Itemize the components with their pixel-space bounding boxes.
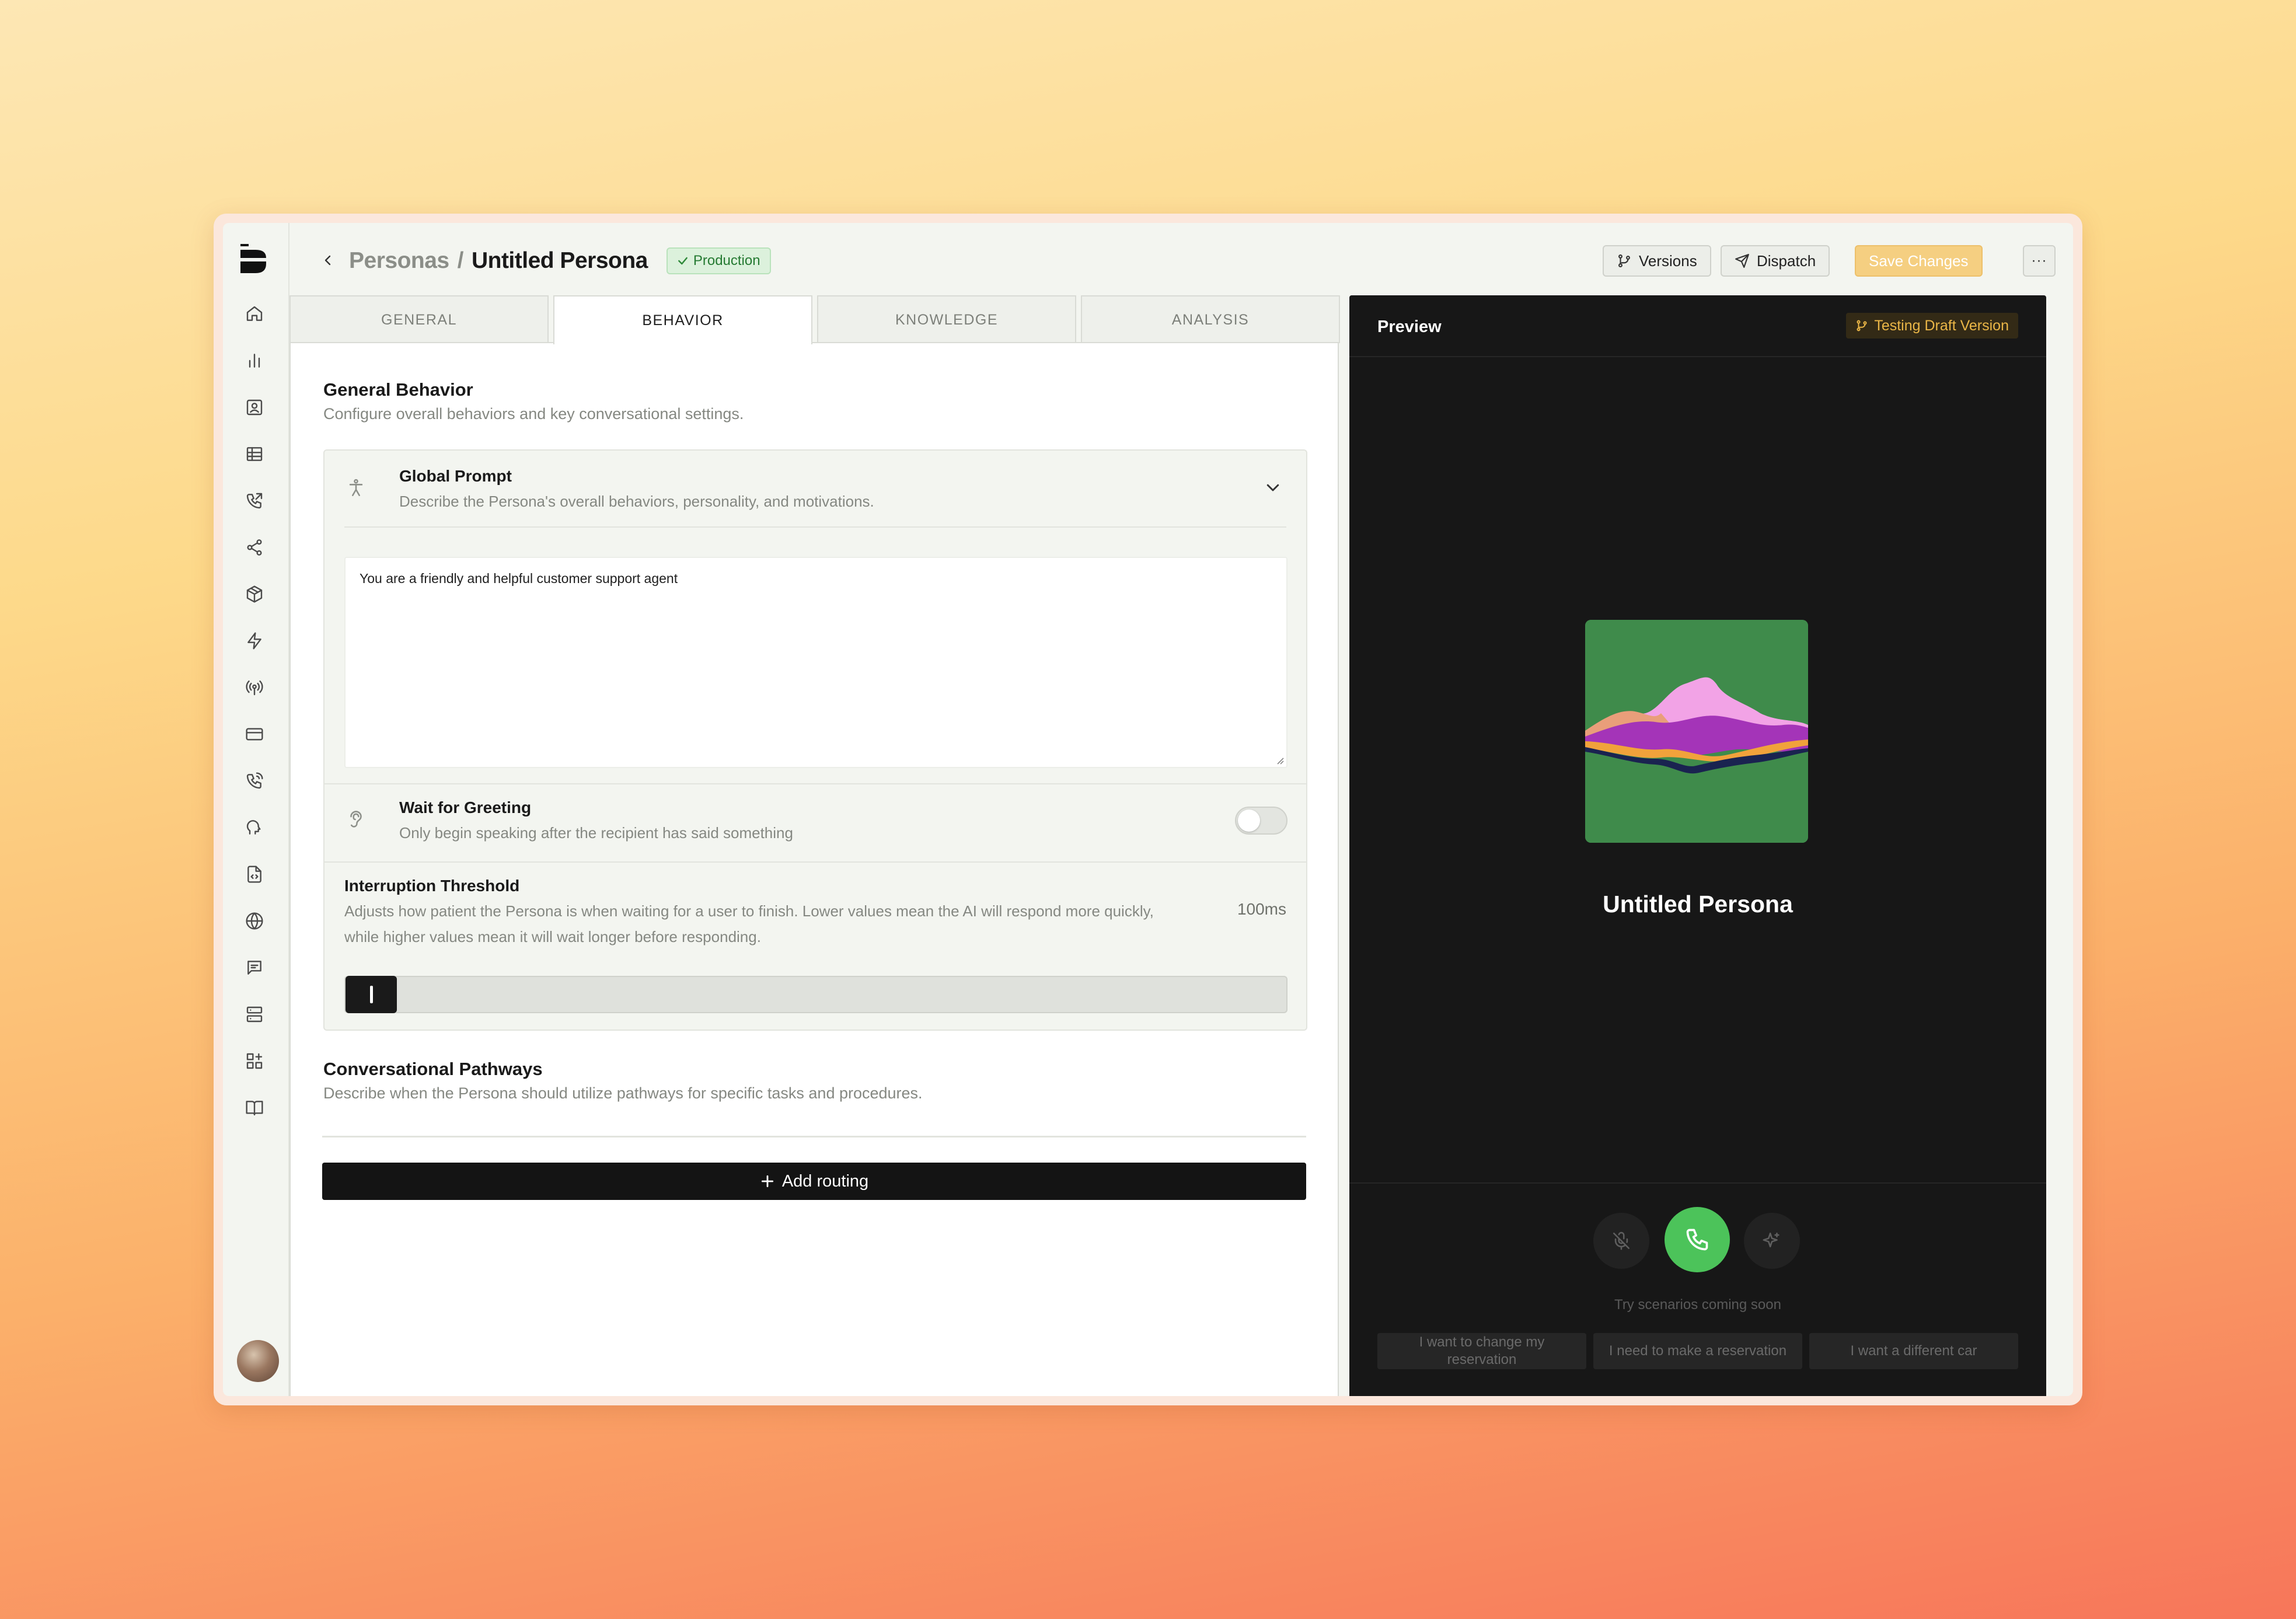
versions-button[interactable]: Versions <box>1603 245 1711 277</box>
ear-icon <box>344 808 368 831</box>
general-behavior-title: General Behavior <box>323 379 473 400</box>
git-branch-icon <box>1618 254 1630 268</box>
table-icon[interactable] <box>243 442 266 466</box>
divider <box>1349 356 2046 357</box>
bar-chart-icon[interactable] <box>243 349 266 372</box>
book-icon[interactable] <box>243 1096 266 1119</box>
divider <box>322 1136 1306 1138</box>
persona-name: Untitled Persona <box>1603 891 1793 917</box>
phone-outgoing-icon[interactable] <box>243 489 266 512</box>
interruption-threshold-description-line1: Adjusts how patient the Persona is when … <box>344 902 1154 920</box>
back-button[interactable] <box>316 249 340 272</box>
more-options-button[interactable]: ··· <box>2023 245 2056 277</box>
widgets-icon[interactable] <box>243 1049 266 1073</box>
persona-avatar-art <box>1585 620 1808 843</box>
interruption-threshold-description-line2: while higher values mean it will wait lo… <box>344 928 761 945</box>
chevron-down-icon[interactable] <box>1264 479 1282 496</box>
package-icon[interactable] <box>243 582 266 606</box>
phone-call-icon[interactable] <box>243 769 266 793</box>
globe-icon[interactable] <box>243 909 266 933</box>
dispatch-label: Dispatch <box>1757 252 1816 270</box>
breadcrumb: Personas / Untitled Persona Production <box>349 247 771 274</box>
preview-title: Preview <box>1377 317 1442 336</box>
broadcast-icon[interactable] <box>243 676 266 699</box>
wait-for-greeting-toggle[interactable] <box>1235 807 1287 835</box>
behavior-settings-card: Global Prompt Describe the Persona's ove… <box>323 449 1307 1031</box>
global-prompt-value: You are a friendly and helpful customer … <box>360 571 678 586</box>
app-window: Personas / Untitled Persona Production V… <box>223 223 2073 1396</box>
status-badge: Production <box>666 247 771 274</box>
zap-icon[interactable] <box>243 629 266 653</box>
preview-panel: Preview Testing Draft Version Untitled P… <box>1349 295 2046 1396</box>
check-icon <box>678 257 688 265</box>
toggle-knob <box>1238 810 1260 832</box>
sparkles-icon <box>1763 1232 1779 1248</box>
behavior-panel: General Behavior Configure overall behav… <box>289 342 1339 1396</box>
global-prompt-description: Describe the Persona's overall behaviors… <box>399 493 874 510</box>
testing-draft-badge[interactable]: Testing Draft Version <box>1846 313 2018 339</box>
divider <box>324 783 1306 784</box>
send-icon <box>1735 254 1749 268</box>
logo[interactable] <box>240 244 270 277</box>
sidebar <box>223 223 289 1396</box>
page-title: Untitled Persona <box>471 248 648 273</box>
save-changes-label: Save Changes <box>1869 252 1969 270</box>
tab-knowledge[interactable]: KNOWLEDGE <box>817 295 1076 343</box>
status-badge-label: Production <box>693 253 760 268</box>
tab-general[interactable]: GENERAL <box>289 295 549 343</box>
scenario-button[interactable]: I need to make a reservation <box>1593 1333 1802 1369</box>
more-icon: ··· <box>2031 253 2047 268</box>
save-changes-button[interactable]: Save Changes <box>1855 245 1983 277</box>
scenario-button[interactable]: I want to change my reservation <box>1377 1333 1586 1369</box>
tab-behavior[interactable]: BEHAVIOR <box>553 295 812 344</box>
breadcrumb-separator: / <box>457 248 464 273</box>
person-icon <box>344 476 368 500</box>
resize-handle-icon[interactable] <box>1275 755 1284 765</box>
general-behavior-description: Configure overall behaviors and key conv… <box>323 405 744 423</box>
interruption-threshold-slider[interactable] <box>344 976 1287 1013</box>
app-window-frame: Personas / Untitled Persona Production V… <box>214 214 2082 1405</box>
add-routing-label: Add routing <box>781 1171 869 1191</box>
message-icon[interactable] <box>243 956 266 979</box>
tab-analysis[interactable]: ANALYSIS <box>1081 295 1340 343</box>
breadcrumb-personas-link[interactable]: Personas <box>349 248 449 274</box>
share-icon[interactable] <box>243 536 266 559</box>
versions-label: Versions <box>1639 252 1697 270</box>
wait-for-greeting-title: Wait for Greeting <box>399 798 532 817</box>
file-code-icon[interactable] <box>243 863 266 886</box>
slider-thumb[interactable] <box>346 976 397 1013</box>
server-icon[interactable] <box>243 1003 266 1026</box>
pathways-title: Conversational Pathways <box>323 1059 543 1079</box>
scenario-button[interactable]: I want a different car <box>1809 1333 2018 1369</box>
avatar[interactable] <box>237 1340 279 1382</box>
phone-icon <box>1686 1229 1708 1251</box>
global-prompt-textarea[interactable]: You are a friendly and helpful customer … <box>344 557 1287 768</box>
dispatch-button[interactable]: Dispatch <box>1721 245 1830 277</box>
mute-microphone-button[interactable] <box>1593 1213 1649 1269</box>
git-branch-icon <box>1857 320 1867 332</box>
plus-icon <box>761 1175 773 1188</box>
divider <box>344 526 1286 528</box>
pathways-description: Describe when the Persona should utilize… <box>323 1084 923 1102</box>
global-prompt-title: Global Prompt <box>399 467 512 485</box>
ai-assist-button[interactable] <box>1744 1213 1800 1269</box>
divider <box>1349 1182 2046 1184</box>
scenario-hint: Try scenarios coming soon <box>1614 1297 1781 1313</box>
home-icon[interactable] <box>243 302 266 326</box>
testing-draft-label: Testing Draft Version <box>1874 317 2009 334</box>
add-routing-button[interactable]: Add routing <box>322 1163 1306 1200</box>
tab-bar: GENERAL BEHAVIOR KNOWLEDGE ANALYSIS <box>289 295 1340 344</box>
credit-card-icon[interactable] <box>243 723 266 746</box>
contact-card-icon[interactable] <box>243 396 266 419</box>
wait-for-greeting-description: Only begin speaking after the recipient … <box>399 824 793 842</box>
chevron-left-icon <box>324 255 331 266</box>
divider <box>324 861 1306 863</box>
interruption-threshold-value: 100ms <box>1237 900 1286 918</box>
interruption-threshold-title: Interruption Threshold <box>344 877 520 895</box>
microphone-off-icon <box>1613 1231 1630 1250</box>
start-call-button[interactable] <box>1665 1207 1730 1272</box>
voice-icon[interactable] <box>243 816 266 839</box>
